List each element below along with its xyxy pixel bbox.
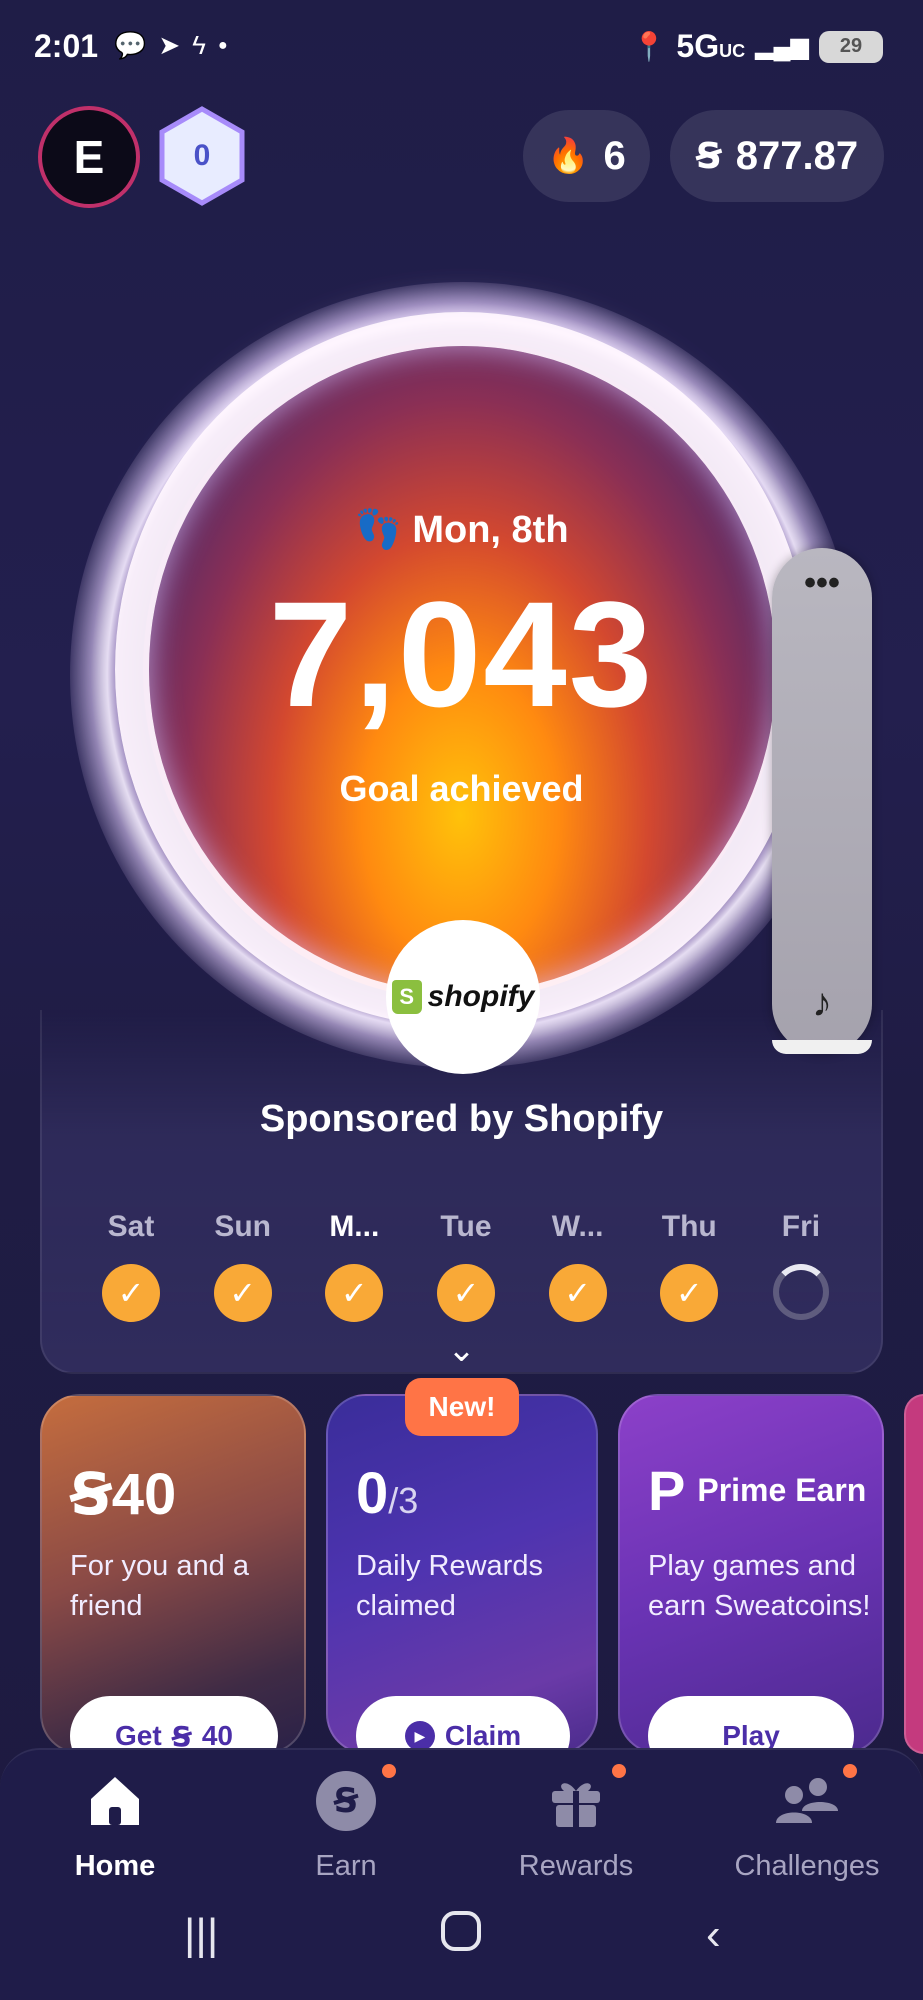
- streak-count: 6: [603, 133, 626, 178]
- day-label: M...: [329, 1210, 380, 1243]
- nav-label: Rewards: [518, 1850, 634, 1882]
- flame-icon: 🔥: [547, 137, 590, 175]
- check-icon: ✓: [436, 1264, 495, 1322]
- day-label: Sun: [214, 1210, 271, 1243]
- earn-notification-dot: [382, 1764, 396, 1778]
- day-label: Sat: [107, 1210, 155, 1243]
- balance-pill[interactable]: Ꞩ 877.87: [670, 110, 884, 202]
- check-icon: ✓: [548, 1264, 607, 1322]
- day-label: W...: [551, 1210, 604, 1243]
- sponsored-text: Sponsored by Shopify: [259, 1098, 664, 1140]
- prime-p-icon: P: [648, 1459, 686, 1522]
- location-icon: 📍: [631, 31, 667, 62]
- level-badge[interactable]: 0: [158, 106, 246, 206]
- check-icon: ✓: [660, 1264, 719, 1322]
- home-button-icon[interactable]: [440, 1910, 482, 1963]
- next-card-peek[interactable]: [904, 1394, 923, 1754]
- prime-earn-title: Prime Earn: [697, 1472, 867, 1508]
- daily-rewards-card[interactable]: 0/3 Daily Rewards claimed ▶ Claim: [326, 1394, 598, 1754]
- avatar[interactable]: E: [38, 106, 140, 208]
- nav-rewards[interactable]: Rewards: [461, 1766, 691, 1883]
- music-note-icon[interactable]: ♪: [772, 981, 872, 1026]
- telegram-icon: ➤: [158, 30, 181, 60]
- balance-value: 877.87: [735, 133, 859, 178]
- day-wed[interactable]: W... ✓: [523, 1210, 633, 1322]
- signal-icon: ▂▄▆: [755, 33, 809, 60]
- day-mon[interactable]: M... ✓: [299, 1210, 409, 1322]
- level-value: 0: [193, 139, 211, 172]
- sponsor-logo[interactable]: S shopify: [386, 920, 540, 1074]
- claim-button[interactable]: ▶ Claim: [356, 1696, 570, 1752]
- nav-home[interactable]: Home: [0, 1766, 230, 1883]
- people-icon: [772, 1766, 842, 1836]
- messenger-icon: ϟ: [192, 30, 206, 60]
- play-button[interactable]: Play: [648, 1696, 854, 1752]
- sweatcoin-icon: Ꞩ: [695, 135, 722, 176]
- progress-ring-icon: [772, 1264, 829, 1320]
- home-icon: [85, 1766, 145, 1836]
- more-icon[interactable]: •••: [772, 564, 872, 603]
- back-icon[interactable]: ‹: [706, 1910, 721, 1960]
- footsteps-icon: 👣: [354, 509, 402, 551]
- system-navigation: ||| ‹: [0, 1910, 923, 1980]
- prime-earn-card[interactable]: P Prime Earn Play games and earn Sweatco…: [618, 1394, 884, 1754]
- rewards-notification-dot: [612, 1764, 626, 1778]
- sweatcoin-icon: Ꞩ: [316, 1766, 376, 1836]
- network-indicator: 5GUC: [676, 28, 746, 64]
- status-right: 📍 5GUC ▂▄▆ 29: [632, 28, 883, 65]
- status-time: 2:01: [34, 28, 99, 64]
- day-fri[interactable]: Fri: [746, 1210, 856, 1322]
- invite-description: For you and a friend: [70, 1550, 249, 1622]
- floating-media-panel[interactable]: ••• ♪: [772, 548, 872, 1054]
- invite-amount: Ꞩ40: [70, 1462, 177, 1527]
- day-tue[interactable]: Tue ✓: [411, 1210, 521, 1322]
- day-label: Thu: [661, 1210, 717, 1243]
- day-label: Tue: [440, 1210, 492, 1243]
- get-invite-button[interactable]: Get Ꞩ 40: [70, 1696, 278, 1752]
- nav-challenges[interactable]: Challenges: [692, 1766, 922, 1883]
- streak-pill[interactable]: 🔥 6: [523, 110, 650, 202]
- date-label: 👣 Mon, 8th: [354, 509, 569, 551]
- challenges-notification-dot: [843, 1764, 857, 1778]
- new-badge: New!: [405, 1378, 519, 1436]
- day-thu[interactable]: Thu ✓: [634, 1210, 744, 1322]
- check-icon: ✓: [325, 1264, 384, 1322]
- nav-label: Home: [74, 1850, 156, 1882]
- daily-rewards-count: 0/3: [356, 1461, 419, 1526]
- nav-label: Earn: [315, 1850, 377, 1882]
- day-sat[interactable]: Sat ✓: [76, 1210, 186, 1322]
- prime-earn-logo: P Prime Earn: [648, 1458, 866, 1523]
- chat-icon: 💬: [114, 30, 147, 60]
- app-screen: 2:01 💬 ➤ ϟ ● 📍 5GUC ▂▄▆ 29 E 0 🔥 6 Ꞩ 877…: [0, 0, 923, 2000]
- nav-label: Challenges: [734, 1850, 880, 1882]
- battery-icon: 29: [819, 30, 883, 63]
- panel-base: [772, 1040, 872, 1054]
- more-notifications-icon: ●: [217, 36, 228, 54]
- prime-earn-description: Play games and earn Sweatcoins!: [648, 1550, 871, 1622]
- play-icon: ▶: [404, 1721, 435, 1751]
- status-bar: 2:01 💬 ➤ ϟ ● 📍 5GUC ▂▄▆ 29: [0, 0, 923, 96]
- invite-card[interactable]: Ꞩ40 For you and a friend Get Ꞩ 40: [40, 1394, 306, 1754]
- check-icon: ✓: [213, 1264, 272, 1322]
- sponsor-logo-text: shopify: [427, 980, 535, 1013]
- chevron-down-icon[interactable]: ⌄: [0, 1330, 923, 1370]
- sweatcoin-icon: Ꞩ: [70, 1462, 112, 1527]
- daily-rewards-description: Daily Rewards claimed: [356, 1550, 543, 1622]
- recent-apps-icon[interactable]: |||: [184, 1910, 218, 1960]
- day-label: Fri: [781, 1210, 821, 1243]
- day-sun[interactable]: Sun ✓: [188, 1210, 298, 1322]
- nav-earn[interactable]: Ꞩ Earn: [231, 1766, 461, 1883]
- shopify-bag-icon: S: [391, 980, 422, 1014]
- gift-icon: [546, 1766, 606, 1836]
- check-icon: ✓: [102, 1264, 160, 1322]
- notification-icons: 💬 ➤ ϟ ●: [114, 30, 228, 61]
- week-tracker: Sat ✓ Sun ✓ M... ✓ Tue ✓ W... ✓ Thu ✓ Fr…: [76, 1210, 856, 1322]
